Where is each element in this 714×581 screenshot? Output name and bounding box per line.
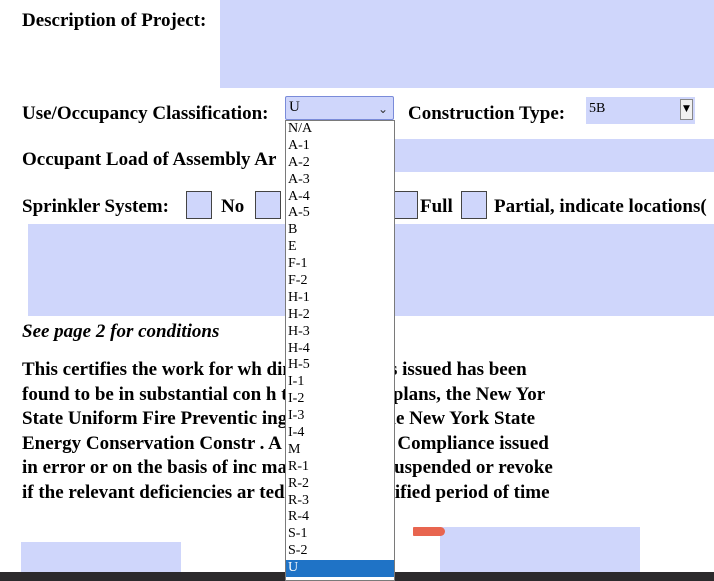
dropdown-option[interactable]: I-1 bbox=[286, 374, 394, 391]
dropdown-option[interactable]: N/A bbox=[286, 121, 394, 138]
signature-field[interactable] bbox=[21, 542, 181, 572]
sprinkler-label: Sprinkler System: bbox=[22, 196, 169, 217]
sprinkler-full-label: Full bbox=[420, 196, 453, 217]
dropdown-option[interactable]: R-1 bbox=[286, 459, 394, 476]
use-occupancy-label: Use/Occupancy Classification: bbox=[22, 103, 269, 124]
dropdown-option[interactable]: R-3 bbox=[286, 493, 394, 510]
sprinkler-no-checkbox[interactable] bbox=[186, 191, 212, 219]
occupant-load-label: Occupant Load of Assembly Ar bbox=[22, 149, 277, 170]
chevron-down-icon: ⌄ bbox=[377, 102, 388, 116]
annotation-tag-icon[interactable] bbox=[413, 527, 445, 536]
dropdown-option[interactable]: F-1 bbox=[286, 256, 394, 273]
sprinkler-partial-label: Partial, indicate locations( bbox=[494, 196, 707, 217]
construction-type-label: Construction Type: bbox=[408, 103, 566, 124]
sprinkler-no-label: No bbox=[221, 196, 245, 217]
dropdown-option[interactable]: A-2 bbox=[286, 155, 394, 172]
conditions-note: See page 2 for conditions bbox=[22, 321, 220, 342]
description-label: Description of Project: bbox=[22, 10, 207, 31]
dropdown-option[interactable]: S-2 bbox=[286, 543, 394, 560]
dropdown-option[interactable]: I-4 bbox=[286, 425, 394, 442]
dropdown-option[interactable]: A-4 bbox=[286, 189, 394, 206]
dropdown-option[interactable]: R-2 bbox=[286, 476, 394, 493]
dropdown-option[interactable]: H-3 bbox=[286, 324, 394, 341]
dropdown-option[interactable]: U bbox=[286, 560, 394, 578]
construction-type-value: 5B bbox=[589, 101, 606, 116]
use-occupancy-select[interactable]: U ⌄ bbox=[285, 96, 394, 120]
small-dropdown-arrow-icon[interactable]: ▼ bbox=[680, 99, 693, 120]
dropdown-option[interactable]: H-2 bbox=[286, 307, 394, 324]
dropdown-option[interactable]: A-3 bbox=[286, 172, 394, 189]
occupant-load-field[interactable] bbox=[395, 139, 714, 172]
use-occupancy-value: U bbox=[289, 99, 300, 115]
construction-type-select[interactable]: 5B ▼ bbox=[586, 97, 695, 124]
dropdown-option[interactable]: H-1 bbox=[286, 290, 394, 307]
sprinkler-yes-checkbox[interactable] bbox=[255, 191, 281, 219]
sprinkler-full-checkbox[interactable] bbox=[392, 191, 418, 219]
dropdown-option[interactable]: I-2 bbox=[286, 391, 394, 408]
dropdown-option[interactable]: A-5 bbox=[286, 205, 394, 222]
dropdown-option[interactable]: S-1 bbox=[286, 526, 394, 543]
dropdown-option[interactable]: E bbox=[286, 239, 394, 256]
dropdown-option[interactable]: R-4 bbox=[286, 509, 394, 526]
dropdown-option[interactable]: A-1 bbox=[286, 138, 394, 155]
dropdown-option[interactable]: I-3 bbox=[286, 408, 394, 425]
sprinkler-partial-checkbox[interactable] bbox=[461, 191, 487, 219]
description-field[interactable] bbox=[220, 0, 714, 88]
date-field[interactable] bbox=[440, 527, 640, 572]
dropdown-option[interactable]: H-5 bbox=[286, 357, 394, 374]
dropdown-option[interactable]: F-2 bbox=[286, 273, 394, 290]
use-occupancy-options-list[interactable]: N/A A-1 A-2 A-3 A-4 A-5 B E F-1 F-2 H-1 H-2 H-3 H-4 H-… bbox=[285, 120, 395, 581]
dropdown-option[interactable]: M bbox=[286, 442, 394, 459]
dropdown-option[interactable]: H-4 bbox=[286, 341, 394, 358]
dropdown-option[interactable]: B bbox=[286, 222, 394, 239]
